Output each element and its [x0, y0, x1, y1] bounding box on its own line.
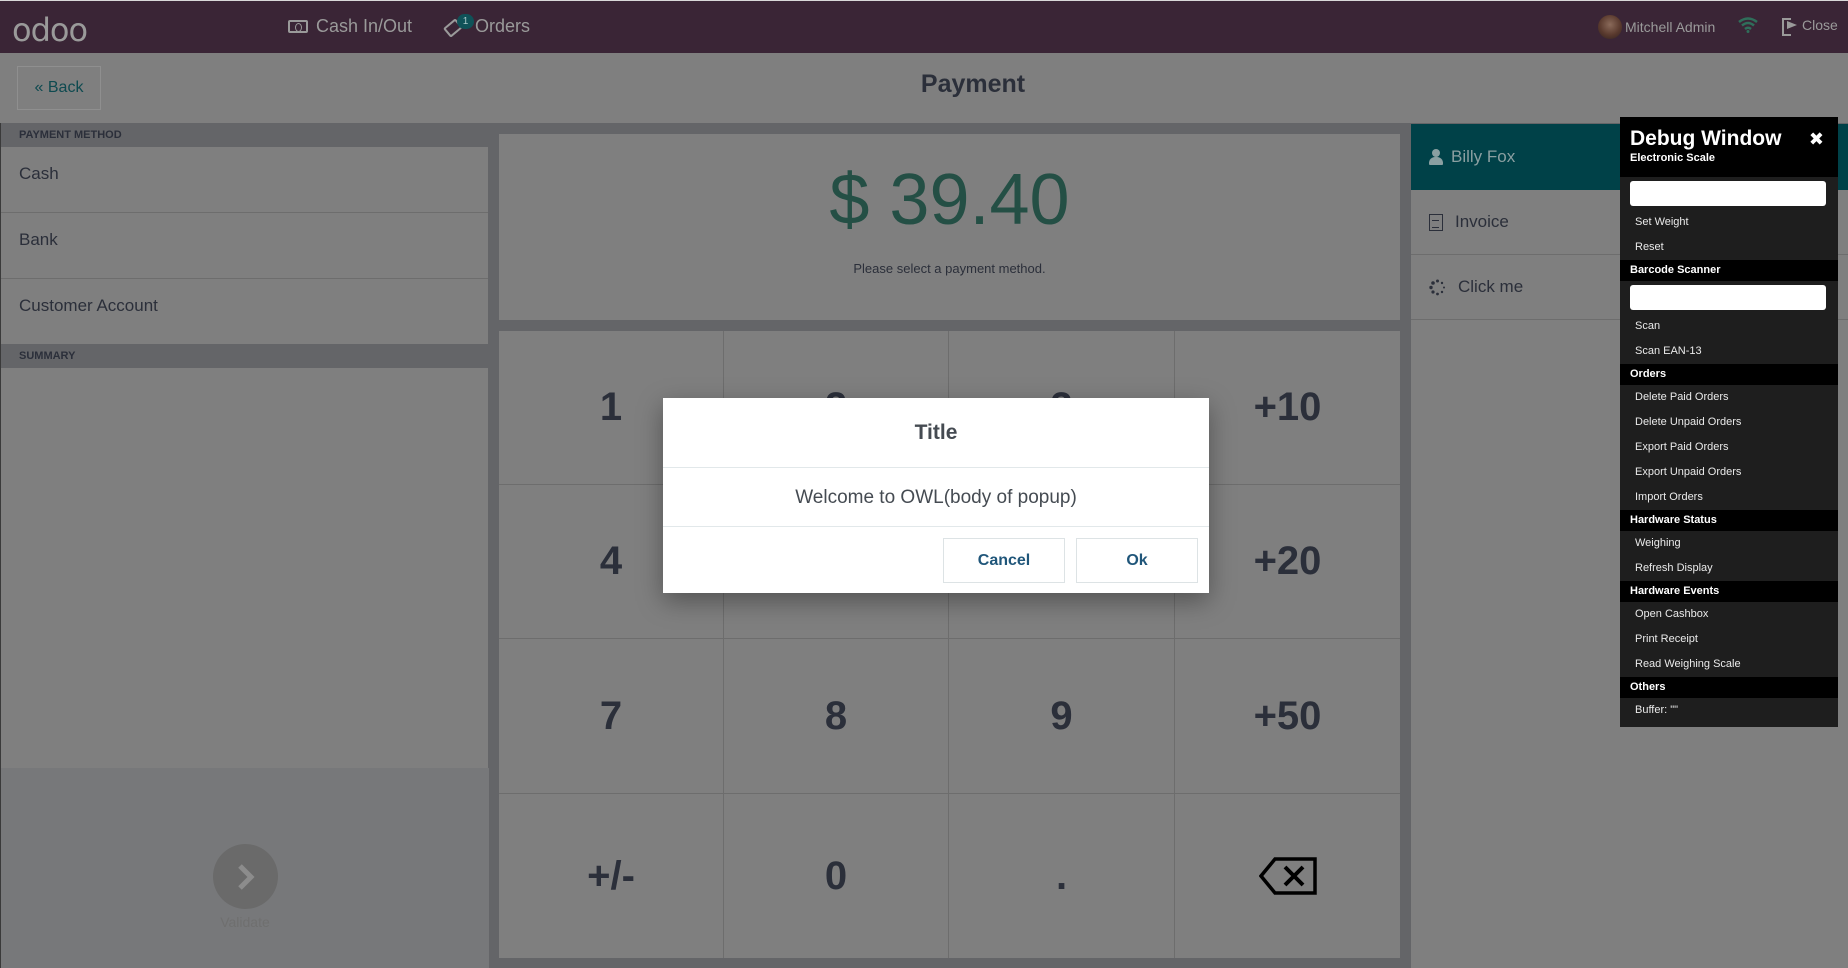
orders-icon-wrap: 1 — [443, 13, 474, 38]
numpad-key-decimal[interactable]: . — [949, 794, 1175, 958]
file-text-icon — [1429, 213, 1443, 231]
weighing-button[interactable]: Weighing — [1620, 531, 1838, 556]
orders-label: Orders — [475, 16, 531, 36]
popup-ok-button[interactable]: Ok — [1076, 538, 1198, 583]
debug-window-title: Debug Window — [1630, 127, 1782, 150]
numpad-key-plus-minus[interactable]: +/- — [499, 794, 724, 958]
buffer-readout: Buffer: "" — [1635, 704, 1679, 716]
popup-body: Welcome to OWL(body of popup) — [663, 468, 1209, 527]
click-me-label: Click me — [1458, 277, 1524, 296]
spinner-icon — [1429, 279, 1445, 295]
delete-paid-orders-button[interactable]: Delete Paid Orders — [1620, 385, 1838, 410]
refresh-display-button[interactable]: Refresh Display — [1620, 556, 1838, 581]
debug-window-header: Debug Window ✖ Electronic Scale — [1620, 117, 1838, 177]
sign-out-icon — [1782, 18, 1798, 36]
popup-footer: Cancel Ok — [663, 527, 1209, 592]
barcode-scanner-title: Barcode Scanner — [1620, 260, 1838, 281]
backspace-icon — [1258, 857, 1317, 895]
summary-header: SUMMARY — [19, 350, 76, 362]
chevron-right-icon — [237, 863, 255, 890]
popup-cancel-button[interactable]: Cancel — [943, 538, 1065, 583]
read-weighing-scale-button[interactable]: Read Weighing Scale — [1620, 652, 1838, 677]
delete-unpaid-orders-button[interactable]: Delete Unpaid Orders — [1620, 410, 1838, 435]
numpad-key-plus-50[interactable]: +50 — [1175, 639, 1400, 794]
money-icon — [288, 20, 308, 33]
reset-weight-button[interactable]: Reset — [1620, 235, 1838, 260]
payment-method-cash[interactable]: Cash — [1, 147, 488, 213]
validate-button[interactable] — [213, 844, 278, 909]
total-amount: $ 39.40 — [829, 160, 1070, 240]
set-weight-button[interactable]: Set Weight — [1620, 210, 1838, 235]
import-orders-button[interactable]: Import Orders — [1620, 485, 1838, 510]
debug-window: Debug Window ✖ Electronic Scale Set Weig… — [1620, 117, 1838, 727]
payment-method-customer-account[interactable]: Customer Account — [1, 279, 488, 344]
payment-left-panel: PAYMENT METHOD Cash Bank Customer Accoun… — [0, 123, 489, 968]
avatar — [1598, 15, 1622, 39]
numpad-key-8[interactable]: 8 — [724, 639, 949, 794]
close-label: Close — [1802, 17, 1838, 33]
customer-name: Billy Fox — [1451, 147, 1516, 166]
numpad-key-0[interactable]: 0 — [724, 794, 949, 958]
popup-dialog: Title Welcome to OWL(body of popup) Canc… — [663, 398, 1209, 593]
validate-label: Validate — [220, 914, 270, 930]
payment-method-header: PAYMENT METHOD — [19, 129, 122, 141]
page-title: Payment — [920, 70, 1026, 98]
user-icon — [1429, 149, 1443, 165]
popup-title: Title — [663, 398, 1209, 468]
top-navbar: odoo Cash In/Out 1 Orders Mitchell Admin… — [0, 0, 1848, 53]
cash-in-out-label: Cash In/Out — [316, 16, 413, 36]
others-title: Others — [1620, 677, 1838, 698]
electronic-scale-title: Electronic Scale — [1630, 152, 1715, 164]
barcode-input[interactable] — [1630, 285, 1826, 310]
payment-hint: Please select a payment method. — [853, 261, 1046, 276]
close-pos-button[interactable]: Close — [1782, 17, 1838, 36]
numpad-key-backspace[interactable] — [1175, 794, 1400, 958]
numpad-key-7[interactable]: 7 — [499, 639, 724, 794]
payment-method-list: Cash Bank Customer Account — [1, 147, 488, 344]
weight-input[interactable] — [1630, 181, 1826, 206]
export-paid-orders-button[interactable]: Export Paid Orders — [1620, 435, 1838, 460]
payment-method-bank[interactable]: Bank — [1, 213, 488, 279]
print-receipt-button[interactable]: Print Receipt — [1620, 627, 1838, 652]
scan-ean13-button[interactable]: Scan EAN-13 — [1620, 339, 1838, 364]
validate-area: Validate — [1, 768, 489, 968]
odoo-logo: odoo — [12, 11, 88, 49]
user-menu[interactable]: Mitchell Admin — [1598, 15, 1715, 39]
hardware-status-title: Hardware Status — [1620, 510, 1838, 531]
scan-button[interactable]: Scan — [1620, 314, 1838, 339]
amount-panel: $ 39.40 Please select a payment method. — [499, 134, 1400, 320]
orders-button[interactable]: 1 Orders — [443, 13, 531, 38]
hardware-events-title: Hardware Events — [1620, 581, 1838, 602]
wifi-icon — [1738, 17, 1758, 33]
export-unpaid-orders-button[interactable]: Export Unpaid Orders — [1620, 460, 1838, 485]
orders-section-title: Orders — [1620, 364, 1838, 385]
invoice-label: Invoice — [1455, 212, 1509, 231]
summary-area — [1, 368, 488, 768]
orders-count-badge: 1 — [457, 13, 474, 29]
cash-in-out-button[interactable]: Cash In/Out — [288, 16, 412, 37]
open-cashbox-button[interactable]: Open Cashbox — [1620, 602, 1838, 627]
close-icon[interactable]: ✖ — [1809, 129, 1824, 150]
numpad-key-9[interactable]: 9 — [949, 639, 1175, 794]
user-name: Mitchell Admin — [1625, 19, 1716, 35]
